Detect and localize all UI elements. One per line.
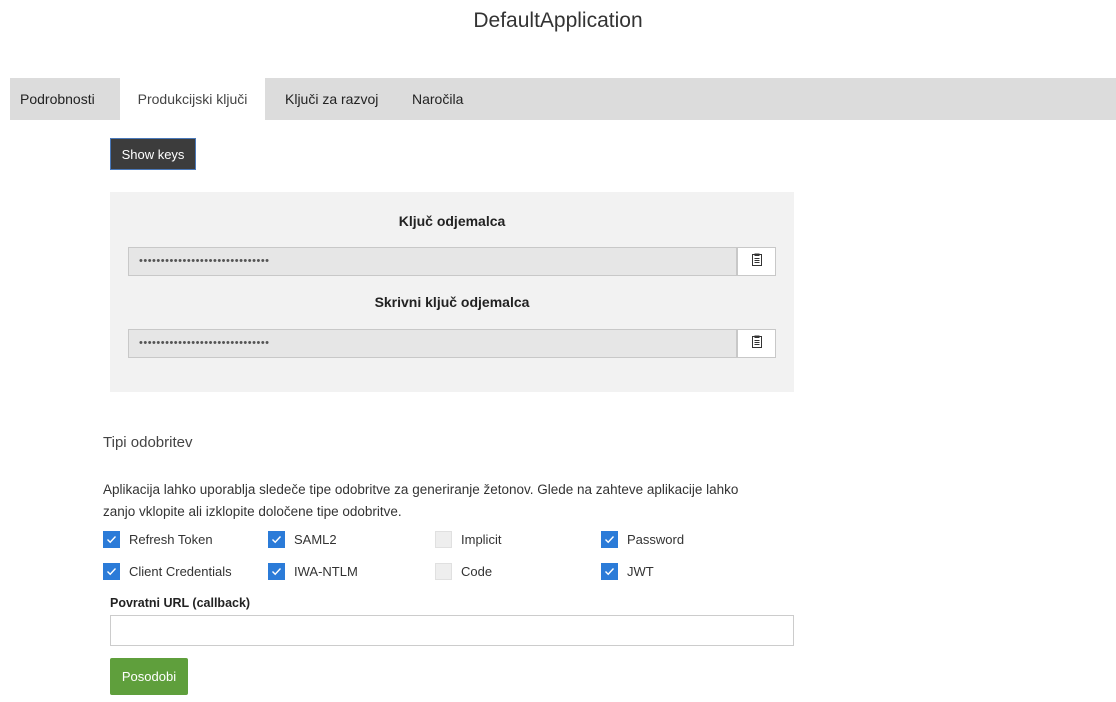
tab-sandbox-keys[interactable]: Ključi za razvoj [285,78,395,120]
grant-client-credentials[interactable]: Client Credentials [103,561,232,581]
checkbox[interactable] [268,562,285,580]
checkbox[interactable] [103,562,120,580]
keys-panel: Ključ odjemalca ••••••••••••••••••••••••… [110,192,794,392]
checkbox[interactable] [601,562,618,580]
grant-refresh-token[interactable]: Refresh Token [103,529,213,549]
grant-iwa-ntlm[interactable]: IWA-NTLM [268,561,358,581]
grant-types-description: Aplikacija lahko uporablja sledeče tipe … [103,482,739,519]
grant-implicit[interactable]: Implicit [435,529,501,549]
tab-details[interactable]: Podrobnosti [10,78,120,120]
app-title: DefaultApplication [473,9,643,32]
grant-types-title: Tipi odobritev [103,434,193,451]
tab-subscriptions[interactable]: Naročila [412,78,492,120]
callback-url-input[interactable] [110,615,794,646]
tab-bar: Podrobnosti Produkcijski ključi Ključi z… [10,78,1116,120]
grant-label: SAML2 [294,531,337,547]
clipboard-icon [751,253,762,271]
grant-jwt[interactable]: JWT [601,561,654,581]
grant-saml2[interactable]: SAML2 [268,529,337,549]
consumer-secret-field[interactable]: •••••••••••••••••••••••••••••• [128,329,737,358]
checkmark-icon [272,567,282,575]
checkbox[interactable] [103,530,120,548]
checkbox[interactable] [268,530,285,548]
checkbox[interactable] [435,530,452,548]
checkbox[interactable] [435,562,452,580]
consumer-key-field[interactable]: •••••••••••••••••••••••••••••• [128,247,737,276]
consumer-secret-label: Skrivni ključ odjemalca [374,294,530,310]
grant-label: Client Credentials [129,563,232,579]
checkmark-icon [605,535,615,543]
grant-label: Code [461,563,493,579]
grant-label: Implicit [461,531,502,547]
tab-production-keys[interactable]: Produkcijski ključi [120,78,265,120]
grant-label: Refresh Token [129,531,213,547]
checkbox[interactable] [601,530,618,548]
checkmark-icon [107,535,117,543]
grant-label: JWT [627,563,654,579]
checkmark-icon [272,535,282,543]
checkmark-icon [605,567,615,575]
grant-code[interactable]: Code [435,561,492,581]
show-keys-button[interactable]: Show keys [110,138,196,170]
grant-password[interactable]: Password [601,529,684,549]
copy-consumer-secret-button[interactable] [737,329,776,358]
copy-consumer-key-button[interactable] [737,247,776,276]
consumer-key-label: Ključ odjemalca [398,213,506,229]
grant-label: Password [627,531,685,547]
update-button[interactable]: Posodobi [110,658,188,695]
checkmark-icon [107,567,117,575]
clipboard-icon [751,335,762,353]
grant-label: IWA-NTLM [294,563,358,579]
callback-url-label: Povratni URL (callback) [110,596,251,610]
